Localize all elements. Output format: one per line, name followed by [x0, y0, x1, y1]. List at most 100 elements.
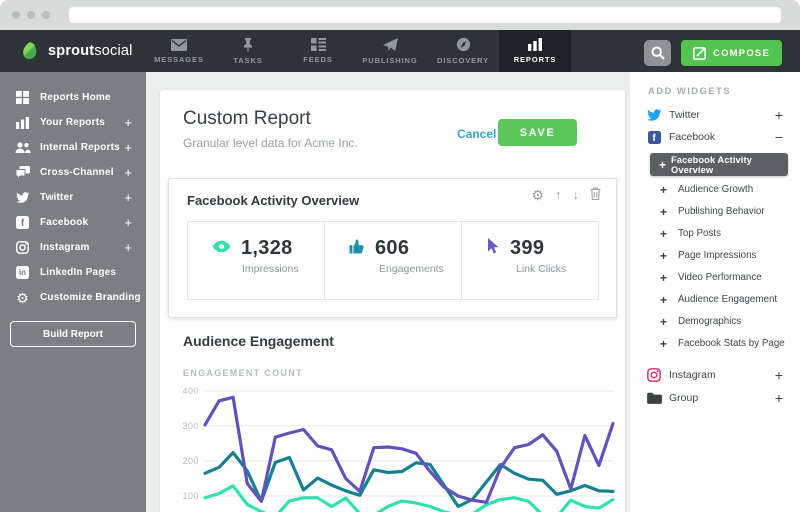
widget-option-facebook-stats-by-page[interactable]: + Facebook Stats by Page [660, 333, 800, 354]
stat-impressions: 1,328 Impressions [188, 222, 324, 299]
stat-link-clicks: 399 Link Clicks [461, 222, 598, 299]
widget-option-audience-growth[interactable]: + Audience Growth [660, 179, 800, 200]
sidebar-item-twitter[interactable]: Twitter + [0, 185, 146, 210]
widget-group-twitter[interactable]: Twitter + [630, 104, 800, 126]
people-icon [14, 140, 31, 156]
expand-icon[interactable]: + [775, 390, 783, 406]
engagement-chart-svg: 400300200100 [181, 383, 618, 512]
widget-option-publishing-behavior[interactable]: + Publishing Behavior [660, 201, 800, 222]
compose-button[interactable]: COMPOSE [681, 40, 782, 66]
bar-chart-icon [14, 115, 31, 131]
reports-sidebar: Reports Home Your Reports + Internal Rep… [0, 72, 146, 512]
widget-group-instagram[interactable]: Instagram + [630, 364, 800, 386]
nav-discovery[interactable]: DISCOVERY [427, 30, 499, 72]
feeds-list-icon [311, 38, 326, 51]
widget-option-facebook-activity-overview[interactable]: + Facebook Activity Overview [650, 153, 788, 176]
window-dot[interactable] [12, 11, 20, 19]
browser-chrome [0, 0, 800, 30]
add-icon: + [660, 249, 674, 263]
widget-option-audience-engagement[interactable]: + Audience Engagement [660, 289, 800, 310]
svg-text:100: 100 [182, 491, 199, 501]
trash-icon[interactable] [590, 187, 601, 202]
envelope-icon [171, 39, 187, 51]
move-up-icon[interactable]: ↑ [555, 188, 562, 201]
eye-icon [212, 240, 231, 258]
sidebar-item-cross-channel[interactable]: Cross-Channel + [0, 160, 146, 185]
browser-window: sproutsocial MESSAGES TASKS FEEDS [0, 0, 800, 520]
add-icon: + [660, 227, 674, 241]
window-controls[interactable] [12, 11, 50, 19]
expand-icon[interactable]: + [775, 367, 783, 383]
page-subtitle: Granular level data for Acme Inc. [183, 136, 358, 150]
chat-bubbles-icon [14, 165, 31, 181]
widget-option-demographics[interactable]: + Demographics [660, 311, 800, 332]
url-bar[interactable] [69, 7, 781, 23]
sidebar-item-linkedin-pages[interactable]: in LinkedIn Pages [0, 260, 146, 285]
add-icon[interactable]: + [124, 190, 132, 205]
nav-feeds[interactable]: FEEDS [283, 30, 353, 72]
svg-text:400: 400 [182, 386, 199, 396]
nav-publishing[interactable]: PUBLISHING [353, 30, 427, 72]
sidebar-item-facebook[interactable]: f Facebook + [0, 210, 146, 235]
add-widgets-header: ADD WIDGETS [648, 86, 731, 97]
svg-text:300: 300 [182, 421, 199, 431]
cancel-button[interactable]: Cancel [457, 127, 496, 141]
bar-chart-icon [528, 38, 542, 51]
sidebar-item-instagram[interactable]: Instagram + [0, 235, 146, 260]
widget-group-facebook[interactable]: f Facebook − [630, 126, 800, 148]
facebook-icon: f [14, 215, 31, 231]
sidebar-item-customize-branding[interactable]: ⚙ Customize Branding [0, 285, 146, 310]
gear-icon[interactable]: ⚙ [531, 188, 544, 202]
window-dot[interactable] [42, 11, 50, 19]
collapse-icon[interactable]: − [775, 129, 783, 145]
add-icon[interactable]: + [124, 240, 132, 255]
page-title: Custom Report [183, 108, 311, 130]
add-icon: + [660, 205, 674, 219]
folder-icon [646, 392, 662, 404]
search-button[interactable] [644, 40, 671, 66]
add-icon[interactable]: + [124, 165, 132, 180]
add-icon: + [660, 315, 674, 329]
add-icon[interactable]: + [124, 215, 132, 230]
nav-messages[interactable]: MESSAGES [145, 30, 213, 72]
twitter-icon [14, 190, 31, 206]
engagement-chart: 400300200100 [181, 383, 618, 512]
sprout-social-logo[interactable]: sproutsocial [0, 30, 145, 72]
add-icon[interactable]: + [124, 115, 132, 130]
widget-option-top-posts[interactable]: + Top Posts [660, 223, 800, 244]
cursor-icon [486, 238, 500, 259]
add-icon: + [660, 183, 674, 197]
nav-tasks[interactable]: TASKS [213, 30, 283, 72]
widget-option-video-performance[interactable]: + Video Performance [660, 267, 800, 288]
compass-icon [456, 37, 471, 52]
search-icon [651, 46, 665, 60]
sidebar-item-reports-home[interactable]: Reports Home [0, 85, 146, 110]
chart-title: Audience Engagement [183, 333, 334, 349]
sidebar-item-internal-reports[interactable]: Internal Reports + [0, 135, 146, 160]
expand-icon[interactable]: + [775, 107, 783, 123]
add-icon[interactable]: + [124, 140, 132, 155]
custom-report-panel: Custom Report Granular level data for Ac… [160, 90, 625, 512]
facebook-icon: f [646, 131, 662, 144]
paper-plane-icon [383, 38, 398, 52]
linkedin-icon: in [14, 265, 31, 281]
build-report-button[interactable]: Build Report [10, 321, 136, 347]
window-bottom-edge [0, 512, 800, 520]
move-down-icon[interactable]: ↓ [573, 188, 580, 201]
widget-group-group[interactable]: Group + [630, 387, 800, 409]
save-button[interactable]: SAVE [498, 119, 577, 146]
add-icon: + [659, 158, 666, 172]
pushpin-icon [241, 38, 255, 52]
chart-ylabel: ENGAGEMENT COUNT [183, 368, 303, 378]
thumbs-up-icon [349, 239, 365, 259]
sidebar-item-your-reports[interactable]: Your Reports + [0, 110, 146, 135]
facebook-activity-widget: Facebook Activity Overview ⚙ ↑ ↓ 1,328 I… [168, 178, 617, 318]
brand-name: sproutsocial [48, 43, 133, 59]
add-icon: + [660, 271, 674, 285]
widget-option-page-impressions[interactable]: + Page Impressions [660, 245, 800, 266]
twitter-icon [646, 109, 662, 122]
compose-icon [693, 47, 706, 60]
window-dot[interactable] [27, 11, 35, 19]
gear-icon: ⚙ [14, 290, 31, 306]
nav-reports[interactable]: REPORTS [499, 30, 571, 72]
